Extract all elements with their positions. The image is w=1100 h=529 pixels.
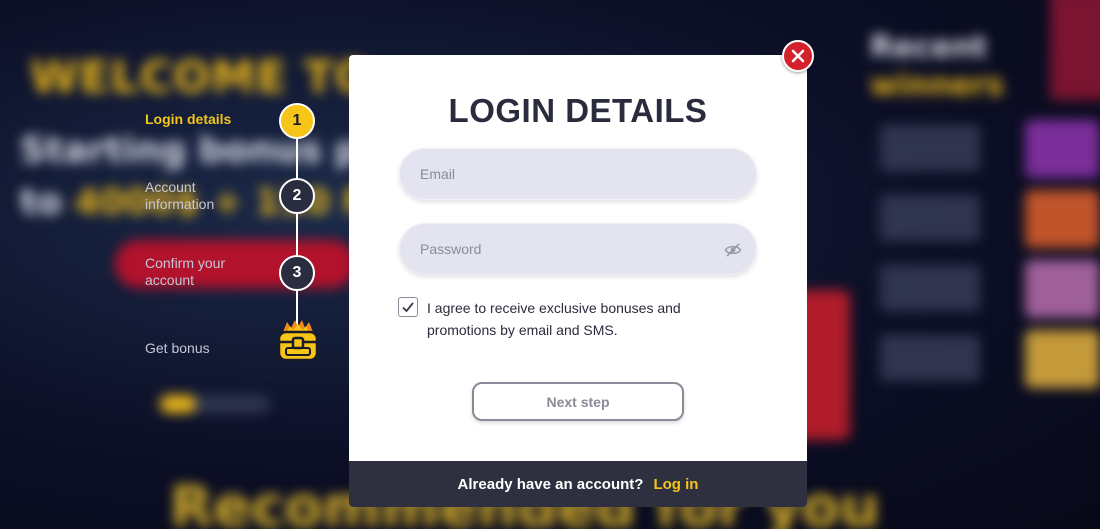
bg-game-thumb — [1025, 330, 1100, 388]
step-label-login-details: Login details — [145, 111, 232, 127]
eye-hidden-icon[interactable] — [724, 241, 742, 259]
step-label-confirm-account: Confirm your account — [145, 255, 226, 288]
step-circle-2: 2 — [279, 178, 315, 214]
bg-welcome-title: WELCOME TO — [30, 52, 373, 103]
modal-footer: Already have an account? Log in — [349, 461, 807, 507]
stepper-line — [296, 120, 298, 345]
login-details-modal: LOGIN DETAILS I agree to receive exclusi… — [349, 55, 807, 507]
step-circle-3: 3 — [279, 255, 315, 291]
bg-game-thumb — [1025, 120, 1100, 178]
modal-title: LOGIN DETAILS — [448, 92, 708, 129]
bg-winner-row — [880, 125, 980, 171]
step-label-get-bonus: Get bonus — [145, 340, 210, 356]
close-icon — [791, 49, 805, 63]
next-step-button[interactable]: Next step — [472, 382, 684, 421]
consent-checkbox[interactable] — [398, 297, 418, 317]
close-button[interactable] — [782, 40, 814, 72]
bg-carousel-dots — [160, 395, 270, 413]
bg-side-ribbon — [1050, 0, 1100, 100]
registration-stepper: Login details 1 Account information 2 Co… — [145, 100, 330, 380]
step-label-account-information: Account information — [145, 179, 215, 212]
bg-winner-row — [880, 335, 980, 381]
checkmark-icon — [402, 302, 414, 313]
treasure-chest-icon — [277, 320, 319, 362]
footer-text: Already have an account? — [457, 475, 644, 493]
password-field-wrapper — [399, 223, 757, 275]
bg-winners-label: winners — [870, 68, 1004, 103]
bg-game-thumb — [1025, 190, 1100, 248]
password-field[interactable] — [400, 224, 756, 274]
email-field-wrapper — [399, 148, 757, 200]
email-field[interactable] — [400, 149, 756, 199]
bg-winner-row — [880, 195, 980, 241]
consent-text: I agree to receive exclusive bonuses and… — [427, 300, 681, 338]
login-link[interactable]: Log in — [653, 476, 698, 493]
bg-winner-row — [880, 265, 980, 311]
bg-recent-label: Recent — [870, 30, 988, 65]
step-circle-1: 1 — [279, 103, 315, 139]
bg-game-thumb — [1025, 260, 1100, 318]
